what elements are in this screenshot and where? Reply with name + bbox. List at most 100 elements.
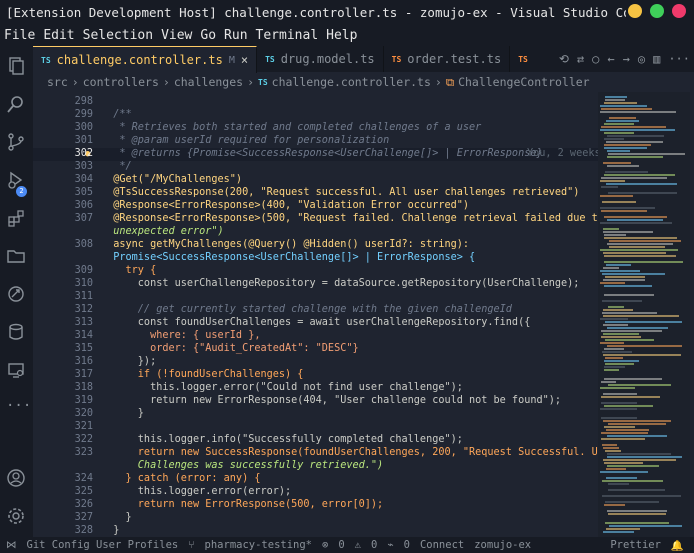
timeline-icon[interactable]: ⟲ — [559, 52, 569, 66]
explorer-icon[interactable] — [6, 56, 26, 76]
title-bar: [Extension Development Host] challenge.c… — [0, 0, 694, 24]
menu-edit[interactable]: Edit — [39, 28, 78, 43]
minimap-line — [609, 246, 665, 248]
minimap-line — [607, 156, 663, 158]
minimap-line — [601, 396, 660, 398]
breadcrumb-challenges[interactable]: challenges — [174, 75, 243, 89]
minimap-line — [604, 255, 676, 257]
menu-terminal[interactable]: Terminal — [252, 28, 323, 43]
compare-icon[interactable]: ⇄ — [577, 52, 584, 66]
minimap-line — [603, 447, 619, 449]
minimap[interactable] — [598, 92, 690, 537]
status-warnings[interactable]: 0 — [371, 539, 377, 551]
branch-icon: ⑂ — [188, 539, 195, 551]
split-editor-icon[interactable]: ▥ — [653, 52, 660, 66]
minimap-line — [603, 354, 681, 356]
tab-label: challenge.controller.ts — [56, 53, 223, 67]
database-icon[interactable] — [6, 322, 26, 342]
minimap-line — [603, 324, 628, 326]
minimap-line — [600, 180, 625, 182]
minimap-line — [603, 228, 619, 230]
tab-drug-model[interactable]: TS drug.model.ts — [257, 46, 384, 72]
menu-run[interactable]: Run — [220, 28, 251, 43]
minimap-line — [606, 183, 677, 185]
minimap-line — [601, 336, 641, 338]
status-workspace[interactable]: zomujo-ex — [474, 539, 531, 551]
line-number: 325 — [74, 486, 93, 497]
close-tab-icon[interactable]: × — [241, 53, 248, 67]
tab-challenge-controller[interactable]: TS challenge.controller.ts M × — [33, 46, 258, 73]
minimap-line — [601, 432, 648, 434]
run-debug-icon[interactable] — [6, 170, 26, 190]
minimap-line — [604, 285, 652, 287]
minimap-line — [600, 207, 655, 209]
minimap-line — [605, 357, 623, 359]
account-icon[interactable] — [6, 468, 26, 488]
menu-view[interactable]: View — [157, 28, 196, 43]
tab-overflow[interactable]: TS — [510, 46, 542, 72]
minimap-line — [604, 234, 626, 236]
menu-help[interactable]: Help — [322, 28, 361, 43]
minimap-line — [604, 138, 624, 140]
breadcrumb-src[interactable]: src — [47, 75, 68, 89]
minimap-line — [609, 240, 681, 242]
breadcrumb-controllers[interactable]: controllers — [83, 75, 159, 89]
minimap-line — [603, 420, 671, 422]
breadcrumb-class[interactable]: ChallengeController — [458, 75, 590, 89]
status-ports[interactable]: 0 — [404, 539, 410, 551]
menu-go[interactable]: Go — [196, 28, 220, 43]
arrow-left-icon[interactable]: ← — [607, 52, 614, 66]
settings-gear-icon[interactable] — [6, 506, 26, 526]
tab-label: drug.model.ts — [280, 52, 375, 66]
testing-icon[interactable] — [6, 360, 26, 380]
line-number: 314 — [74, 330, 93, 341]
line-number: 301 — [74, 135, 93, 146]
close-button[interactable] — [672, 4, 686, 18]
remote-icon[interactable] — [6, 284, 26, 304]
minimap-line — [601, 186, 618, 188]
minimap-line — [602, 273, 665, 275]
status-git-profile[interactable]: Git Config User Profiles — [27, 539, 179, 551]
maximize-button[interactable] — [650, 4, 664, 18]
menu-file[interactable]: File — [0, 28, 39, 43]
minimap-line — [608, 489, 665, 491]
status-prettier[interactable]: Prettier — [610, 539, 661, 551]
menu-selection[interactable]: Selection — [79, 28, 157, 43]
circle-icon[interactable]: ○ — [592, 52, 599, 66]
minimap-line — [602, 300, 642, 302]
more-actions-icon[interactable]: ··· — [668, 52, 690, 66]
source-control-icon[interactable] — [6, 132, 26, 152]
minimize-button[interactable] — [628, 4, 642, 18]
line-number: 327 — [74, 512, 93, 523]
minimap-line — [603, 279, 645, 281]
minimap-line — [603, 531, 634, 533]
search-icon[interactable] — [6, 94, 26, 114]
tab-order-test[interactable]: TS order.test.ts — [384, 46, 511, 72]
breadcrumb-file[interactable]: challenge.controller.ts — [272, 75, 431, 89]
line-number: 320 — [74, 408, 93, 419]
status-connect[interactable]: Connect — [420, 539, 464, 551]
remote-indicator-icon[interactable]: ⋈ — [6, 539, 17, 551]
code-line: } — [101, 512, 132, 523]
folder-icon[interactable] — [6, 246, 26, 266]
arrow-right-icon[interactable]: → — [623, 52, 630, 66]
menu-bar: File Edit Selection View Go Run Terminal… — [0, 24, 694, 46]
line-number: 316 — [74, 356, 93, 367]
live-share-icon[interactable]: ◎ — [638, 52, 645, 66]
minimap-line — [600, 318, 628, 320]
minimap-line — [604, 462, 643, 464]
line-number: 304 — [74, 174, 93, 185]
minimap-line — [605, 171, 648, 173]
status-errors[interactable]: 0 — [338, 539, 344, 551]
status-branch[interactable]: pharmacy-testing* — [205, 539, 312, 551]
more-icon[interactable]: ··· — [6, 398, 31, 418]
minimap-line — [601, 381, 616, 383]
code-line: Promise<SuccessResponse<UserChallenge[]>… — [101, 252, 476, 263]
modified-indicator: M — [228, 54, 235, 66]
extensions-icon[interactable] — [6, 208, 26, 228]
window-title: [Extension Development Host] challenge.c… — [6, 4, 626, 20]
minimap-line — [608, 483, 629, 485]
code-line: } catch (error: any) { — [101, 473, 261, 484]
code-editor[interactable]: 298 299 /** 300 * Retrieves both started… — [33, 92, 598, 537]
notifications-icon[interactable]: 🔔 — [671, 539, 684, 552]
